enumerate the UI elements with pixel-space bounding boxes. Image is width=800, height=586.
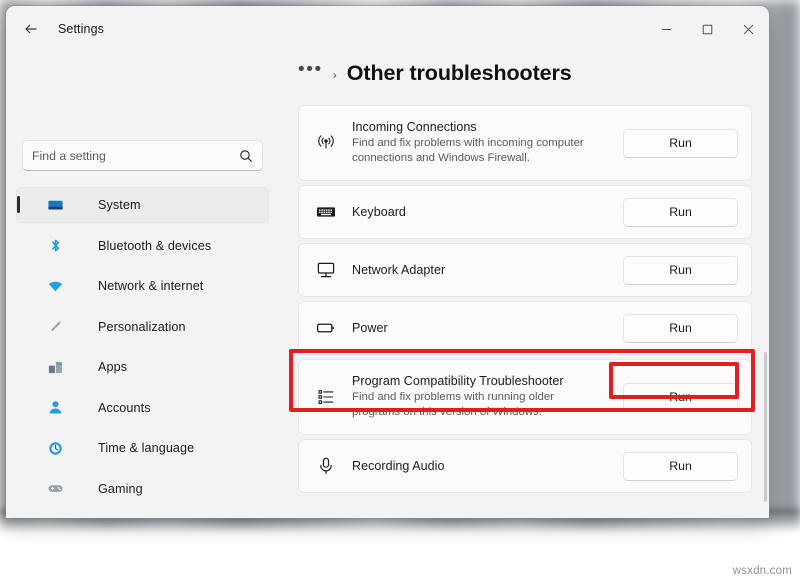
sidebar: System Bluetooth & devices bbox=[6, 52, 279, 518]
breadcrumb-overflow-button[interactable]: ••• bbox=[298, 60, 323, 79]
sidebar-item-label: Network & internet bbox=[98, 279, 203, 293]
sidebar-item-label: System bbox=[98, 198, 141, 212]
close-button[interactable] bbox=[728, 6, 769, 52]
troubleshooter-row-power[interactable]: Power Run bbox=[298, 301, 752, 355]
sidebar-item-label: Time & language bbox=[98, 441, 194, 455]
screenshot-root: Settings bbox=[0, 0, 800, 586]
breadcrumb: ••• › Other troubleshooters bbox=[298, 62, 572, 87]
monitor-icon bbox=[311, 259, 341, 281]
troubleshooter-row-keyboard[interactable]: Keyboard Run bbox=[298, 185, 752, 239]
system-icon bbox=[46, 196, 64, 214]
sidebar-item-label: Accounts bbox=[98, 401, 151, 415]
run-button[interactable]: Run bbox=[623, 452, 738, 481]
list-icon bbox=[311, 386, 341, 408]
chevron-right-icon: › bbox=[333, 68, 337, 82]
page-title: Other troubleshooters bbox=[347, 61, 572, 86]
troubleshooter-info: Network Adapter bbox=[341, 263, 623, 277]
run-button[interactable]: Run bbox=[623, 129, 738, 158]
troubleshooter-name: Power bbox=[352, 321, 615, 335]
sidebar-item-label: Bluetooth & devices bbox=[98, 239, 211, 253]
run-button[interactable]: Run bbox=[623, 256, 738, 285]
troubleshooter-info: Keyboard bbox=[341, 205, 623, 219]
run-button[interactable]: Run bbox=[623, 314, 738, 343]
maximize-button[interactable] bbox=[687, 6, 728, 52]
troubleshooter-info: Recording Audio bbox=[341, 459, 623, 473]
search-input[interactable] bbox=[32, 149, 239, 163]
troubleshooter-list: Incoming Connections Find and fix proble… bbox=[298, 105, 752, 497]
keyboard-icon bbox=[311, 201, 341, 223]
sidebar-item-label: Gaming bbox=[98, 482, 143, 496]
close-icon bbox=[743, 24, 754, 35]
troubleshooter-description: Find and fix problems with running older… bbox=[352, 390, 602, 420]
troubleshooter-row-network-adapter[interactable]: Network Adapter Run bbox=[298, 243, 752, 297]
troubleshooter-row-incoming-connections[interactable]: Incoming Connections Find and fix proble… bbox=[298, 105, 752, 181]
accounts-icon bbox=[46, 399, 64, 417]
troubleshooter-description: Find and fix problems with incoming comp… bbox=[352, 136, 602, 166]
minimize-icon bbox=[661, 24, 672, 35]
content-pane: ••• › Other troubleshooters bbox=[279, 52, 769, 518]
search-icon bbox=[239, 149, 253, 163]
troubleshooter-row-program-compatibility[interactable]: Program Compatibility Troubleshooter Fin… bbox=[298, 359, 752, 435]
sidebar-item-apps[interactable]: Apps bbox=[16, 349, 269, 385]
troubleshooter-info: Incoming Connections Find and fix proble… bbox=[341, 120, 623, 166]
microphone-icon bbox=[311, 455, 341, 477]
minimize-button[interactable] bbox=[646, 6, 687, 52]
troubleshooter-name: Network Adapter bbox=[352, 263, 615, 277]
sidebar-item-network-internet[interactable]: Network & internet bbox=[16, 268, 269, 304]
search-container bbox=[22, 140, 263, 171]
run-button[interactable]: Run bbox=[623, 198, 738, 227]
maximize-icon bbox=[702, 24, 713, 35]
battery-icon bbox=[311, 317, 341, 339]
settings-window: Settings bbox=[6, 6, 769, 518]
sidebar-item-accounts[interactable]: Accounts bbox=[16, 390, 269, 426]
sidebar-item-system[interactable]: System bbox=[16, 187, 269, 223]
title-bar: Settings bbox=[6, 6, 769, 52]
caption-buttons bbox=[646, 6, 769, 52]
gaming-icon bbox=[46, 480, 64, 498]
sidebar-item-bluetooth-devices[interactable]: Bluetooth & devices bbox=[16, 228, 269, 264]
sidebar-nav: System Bluetooth & devices bbox=[16, 187, 269, 518]
network-icon bbox=[46, 277, 64, 295]
sidebar-item-label: Personalization bbox=[98, 320, 186, 334]
back-button[interactable] bbox=[15, 13, 47, 45]
broadcast-icon bbox=[311, 132, 341, 154]
sidebar-item-accessibility[interactable]: Accessibility bbox=[16, 511, 269, 518]
apps-icon bbox=[46, 358, 64, 376]
window-title: Settings bbox=[58, 22, 104, 36]
sidebar-item-personalization[interactable]: Personalization bbox=[16, 309, 269, 345]
run-button[interactable]: Run bbox=[623, 383, 738, 412]
personalization-icon bbox=[46, 318, 64, 336]
troubleshooter-row-recording-audio[interactable]: Recording Audio Run bbox=[298, 439, 752, 493]
troubleshooter-name: Incoming Connections bbox=[352, 120, 615, 134]
content-scrollbar[interactable] bbox=[764, 352, 767, 502]
watermark: wsxdn.com bbox=[733, 565, 792, 577]
sidebar-item-gaming[interactable]: Gaming bbox=[16, 471, 269, 507]
troubleshooter-name: Recording Audio bbox=[352, 459, 615, 473]
troubleshooter-name: Program Compatibility Troubleshooter bbox=[352, 374, 615, 388]
troubleshooter-name: Keyboard bbox=[352, 205, 615, 219]
sidebar-item-time-language[interactable]: Time & language bbox=[16, 430, 269, 466]
back-arrow-icon bbox=[23, 21, 39, 37]
troubleshooter-info: Power bbox=[341, 321, 623, 335]
troubleshooter-info: Program Compatibility Troubleshooter Fin… bbox=[341, 374, 623, 420]
bluetooth-icon bbox=[46, 237, 64, 255]
search-box[interactable] bbox=[22, 140, 263, 171]
sidebar-item-label: Apps bbox=[98, 360, 127, 374]
time-language-icon bbox=[46, 439, 64, 457]
